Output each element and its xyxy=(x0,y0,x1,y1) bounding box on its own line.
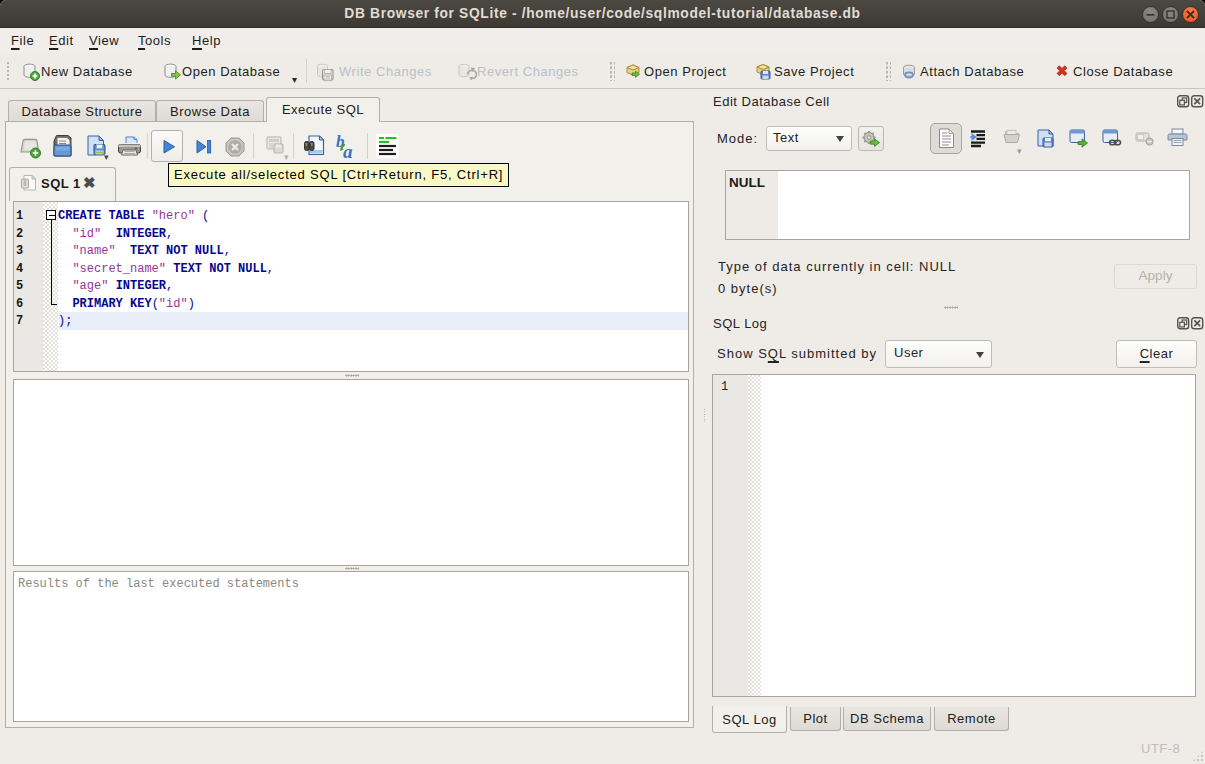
svg-text:a: a xyxy=(343,141,353,159)
